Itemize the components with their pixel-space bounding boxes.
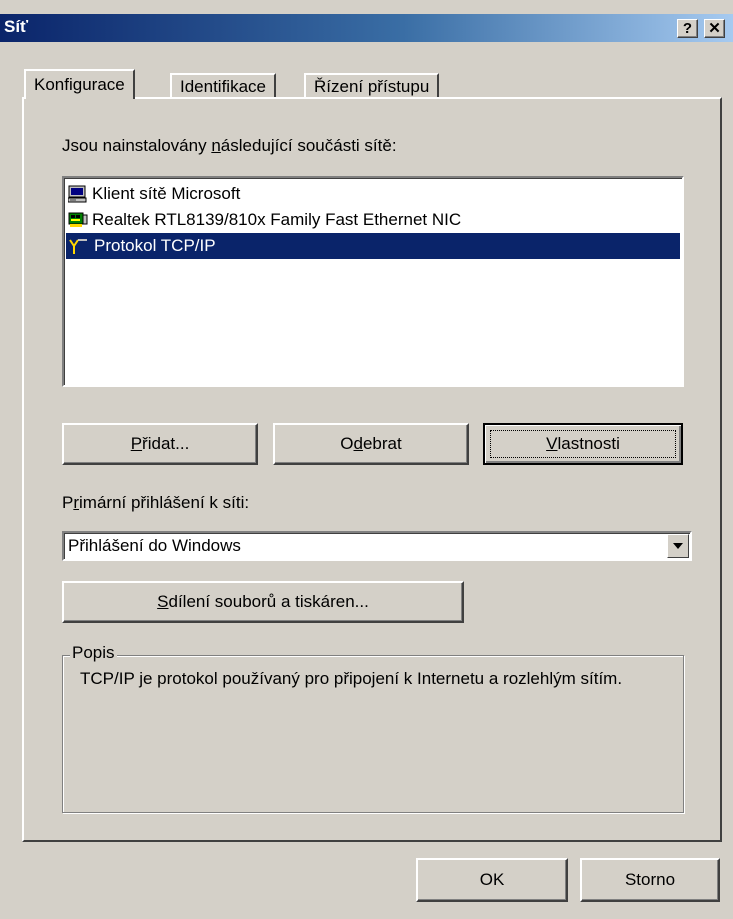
cancel-button[interactable]: Storno [580, 858, 720, 902]
tab-rizeni-pristupu[interactable]: Řízení přístupu [304, 73, 440, 97]
components-heading: Jsou nainstalovány následující součásti … [62, 136, 397, 155]
description-text: TCP/IP je protokol používaný pro připoje… [80, 669, 623, 688]
add-button[interactable]: Přidat... [62, 423, 258, 465]
primary-logon-value: Přihlášení do Windows [68, 536, 241, 555]
list-item[interactable]: Klient sítě Microsoft [66, 181, 680, 207]
properties-button[interactable]: Vlastnosti [483, 423, 683, 465]
computer-icon [67, 185, 88, 203]
focus-rectangle [490, 430, 676, 458]
remove-button[interactable]: Odebrat [273, 423, 469, 465]
tab-label: Řízení přístupu [314, 77, 430, 96]
tab-label: Konfigurace [34, 75, 125, 94]
ok-button[interactable]: OK [416, 858, 568, 902]
tab-identifikace[interactable]: Identifikace [170, 73, 276, 97]
network-card-icon [68, 211, 88, 229]
list-item-selected[interactable]: Protokol TCP/IP [66, 233, 680, 259]
chevron-down-icon[interactable] [667, 534, 689, 558]
list-item[interactable]: Realtek RTL8139/810x Family Fast Etherne… [66, 207, 680, 233]
protocol-icon [68, 237, 88, 255]
title-bar[interactable]: Síť ? ✕ [0, 14, 733, 42]
list-item-label: Protokol TCP/IP [94, 236, 216, 255]
tab-konfigurace[interactable]: Konfigurace [24, 69, 135, 99]
network-dialog: Síť ? ✕ Konfigurace Identifikace Řízení … [0, 0, 733, 919]
components-list[interactable]: Klient sítě Microsoft Realtek RTL8139/81… [62, 176, 684, 387]
description-title: Popis [70, 643, 117, 663]
list-item-label: Realtek RTL8139/810x Family Fast Etherne… [92, 210, 462, 229]
primary-logon-label: Primární přihlášení k síti: [62, 493, 250, 512]
help-button[interactable]: ? [677, 19, 698, 38]
tab-label: Identifikace [180, 77, 266, 96]
list-item-label: Klient sítě Microsoft [92, 184, 241, 203]
primary-logon-select[interactable]: Přihlášení do Windows [62, 531, 692, 561]
window-title: Síť [4, 17, 29, 36]
close-button[interactable]: ✕ [704, 19, 725, 38]
file-printer-sharing-button[interactable]: Sdílení souborů a tiskáren... [62, 581, 464, 623]
